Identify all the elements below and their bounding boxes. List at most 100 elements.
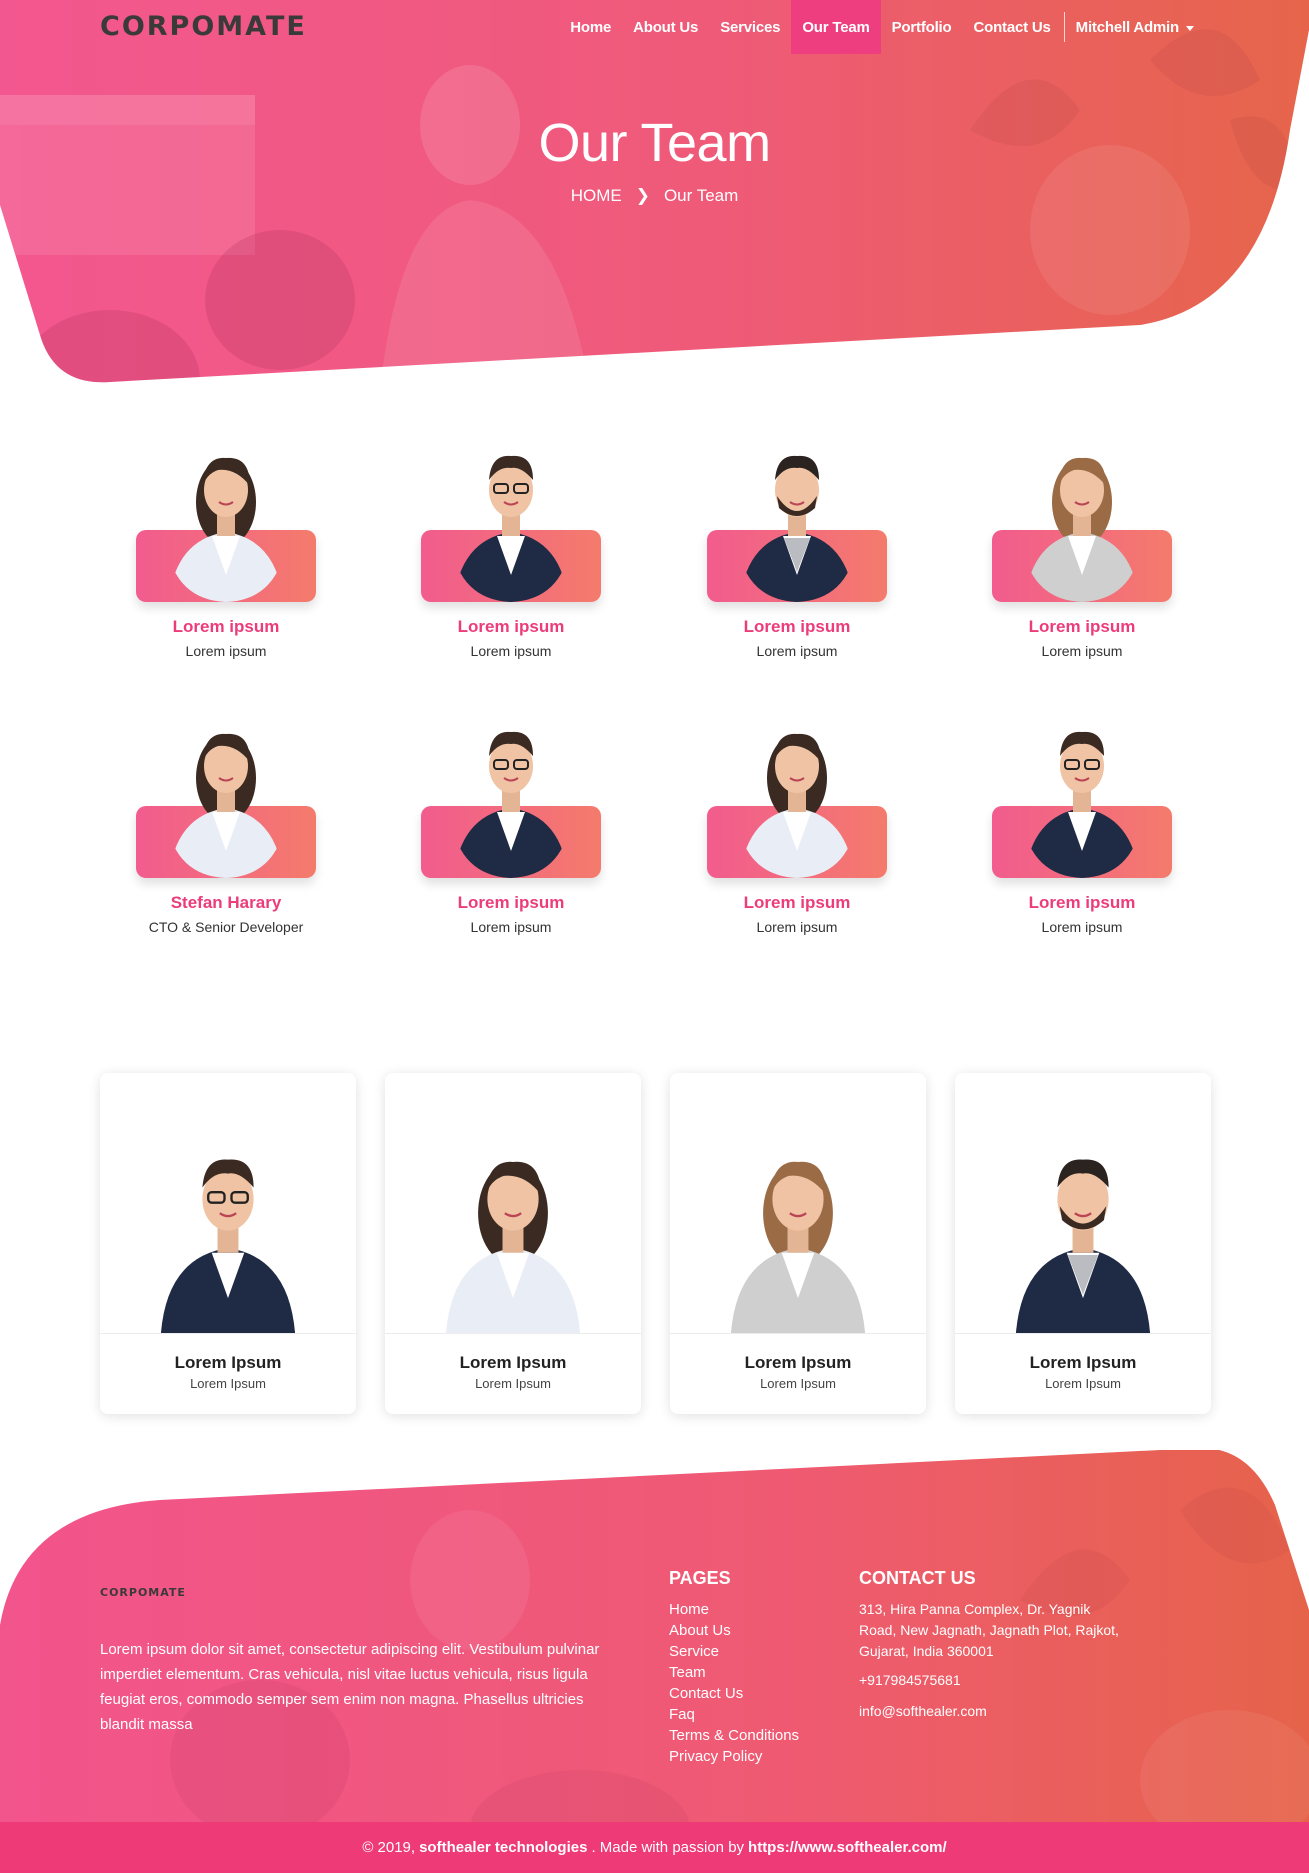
site-logo[interactable]: CORPOMATE [100, 11, 307, 42]
team-card[interactable]: Lorem Ipsum Lorem Ipsum [955, 1073, 1211, 1414]
member-portrait [453, 455, 569, 602]
member-name[interactable]: Lorem ipsum [116, 617, 336, 637]
card-divider [670, 1333, 926, 1334]
card-role: Lorem Ipsum [760, 1376, 836, 1391]
footer-link-terms[interactable]: Terms & Conditions [669, 1725, 799, 1746]
card-name: Lorem Ipsum [1029, 1353, 1137, 1372]
breadcrumb-current: Our Team [663, 186, 739, 205]
member-photo [421, 440, 601, 605]
card-divider [955, 1333, 1211, 1334]
footer-contact-title: CONTACT US [859, 1568, 976, 1588]
card-name: Lorem Ipsum [174, 1353, 282, 1372]
page-title: Our Team [538, 113, 771, 173]
card-photo [670, 1073, 926, 1333]
nav-about-us[interactable]: About Us [622, 0, 709, 54]
footer-link-contact-us[interactable]: Contact Us [669, 1683, 799, 1704]
member-photo [136, 440, 316, 605]
navbar: CORPOMATE Home About Us Services Our Tea… [0, 0, 1309, 54]
member-name[interactable]: Lorem ipsum [401, 617, 621, 637]
breadcrumb-home[interactable]: HOME [571, 186, 622, 206]
footer-link-faq[interactable]: Faq [669, 1704, 799, 1725]
card-name: Lorem Ipsum [459, 1353, 567, 1372]
card-role: Lorem Ipsum [475, 1376, 551, 1391]
team-member: Lorem ipsum Lorem ipsum [421, 716, 601, 956]
card-divider [100, 1333, 356, 1334]
card-photo [100, 1073, 356, 1333]
footer: CORPOMATE Lorem ipsum dolor sit amet, co… [0, 1450, 1309, 1873]
card-role: Lorem Ipsum [1045, 1376, 1121, 1391]
member-portrait [453, 731, 569, 878]
card-photo [955, 1073, 1211, 1333]
member-role: CTO & Senior Developer [148, 919, 304, 935]
card-portrait [160, 1159, 296, 1333]
copyright-company[interactable]: softhealer technologies [419, 1839, 587, 1856]
member-name[interactable]: Lorem ipsum [972, 617, 1192, 637]
footer-address: 313, Hira Panna Complex, Dr. Yagnik Road… [859, 1601, 1119, 1659]
footer-link-team[interactable]: Team [669, 1662, 799, 1683]
card-portrait [1015, 1159, 1151, 1333]
member-role: Lorem ipsum [756, 643, 838, 659]
footer-link-privacy[interactable]: Privacy Policy [669, 1746, 799, 1767]
member-name[interactable]: Lorem ipsum [687, 617, 907, 637]
footer-pages-list: Home About Us Service Team Contact Us Fa… [669, 1599, 799, 1767]
nav-contact-us[interactable]: Contact Us [962, 0, 1061, 54]
breadcrumb: HOME ❯ Our Team [0, 186, 1309, 206]
copyright-prefix: © 2019, [362, 1839, 416, 1856]
card-role: Lorem Ipsum [190, 1376, 266, 1391]
member-role: Lorem ipsum [185, 643, 267, 659]
team-card[interactable]: Lorem Ipsum Lorem Ipsum [385, 1073, 641, 1414]
member-photo [707, 716, 887, 881]
member-portrait [1024, 457, 1140, 602]
footer-pages-title: PAGES [669, 1568, 731, 1588]
member-photo [136, 716, 316, 881]
nav-portfolio[interactable]: Portfolio [881, 0, 963, 54]
user-name: Mitchell Admin [1075, 18, 1180, 36]
member-name[interactable]: Lorem ipsum [972, 893, 1192, 913]
member-photo [992, 716, 1172, 881]
member-role: Lorem ipsum [1041, 643, 1123, 659]
member-name[interactable]: Lorem ipsum [687, 893, 907, 913]
team-card[interactable]: Lorem Ipsum Lorem Ipsum [100, 1073, 356, 1414]
footer-link-service[interactable]: Service [669, 1641, 799, 1662]
footer-link-about-us[interactable]: About Us [669, 1620, 799, 1641]
team-member: Lorem ipsum Lorem ipsum [136, 440, 316, 680]
footer-logo[interactable]: CORPOMATE [100, 1586, 186, 1599]
member-role: Lorem ipsum [470, 643, 552, 659]
member-name[interactable]: Lorem ipsum [401, 893, 621, 913]
nav-home[interactable]: Home [559, 0, 622, 54]
user-menu[interactable]: Mitchell Admin [1065, 0, 1205, 54]
footer-email[interactable]: info@softhealer.com [859, 1703, 987, 1719]
copyright-url[interactable]: https://www.softhealer.com/ [748, 1839, 947, 1856]
member-role: Lorem ipsum [1041, 919, 1123, 935]
member-photo [707, 440, 887, 605]
copyright-bar: © 2019, softhealer technologies . Made w… [0, 1822, 1309, 1873]
member-portrait [739, 455, 855, 602]
member-role: Lorem ipsum [756, 919, 838, 935]
member-photo [421, 716, 601, 881]
footer-about-text: Lorem ipsum dolor sit amet, consectetur … [100, 1641, 600, 1733]
member-role: Lorem ipsum [470, 919, 552, 935]
team-member: Stefan Harary CTO & Senior Developer [136, 716, 316, 956]
nav-services[interactable]: Services [709, 0, 791, 54]
member-name[interactable]: Stefan Harary [116, 893, 336, 913]
footer-phone[interactable]: +917984575681 [859, 1672, 961, 1688]
member-photo [992, 440, 1172, 605]
card-portrait [730, 1161, 866, 1333]
chevron-right-icon: ❯ [635, 186, 650, 205]
caret-down-icon [1186, 25, 1194, 31]
card-divider [385, 1333, 641, 1334]
member-portrait [168, 457, 284, 602]
nav-our-team[interactable]: Our Team [791, 0, 881, 54]
team-card[interactable]: Lorem Ipsum Lorem Ipsum [670, 1073, 926, 1414]
team-member: Lorem ipsum Lorem ipsum [992, 716, 1172, 956]
hero-banner: CORPOMATE Home About Us Services Our Tea… [0, 0, 1309, 390]
team-member: Lorem ipsum Lorem ipsum [992, 440, 1172, 680]
footer-link-home[interactable]: Home [669, 1599, 799, 1620]
team-member: Lorem ipsum Lorem ipsum [707, 716, 887, 956]
card-portrait [445, 1161, 581, 1333]
card-name: Lorem Ipsum [744, 1353, 852, 1372]
team-member: Lorem ipsum Lorem ipsum [421, 440, 601, 680]
card-photo [385, 1073, 641, 1333]
copyright-middle: . Made with passion by [591, 1839, 745, 1856]
team-member: Lorem ipsum Lorem ipsum [707, 440, 887, 680]
